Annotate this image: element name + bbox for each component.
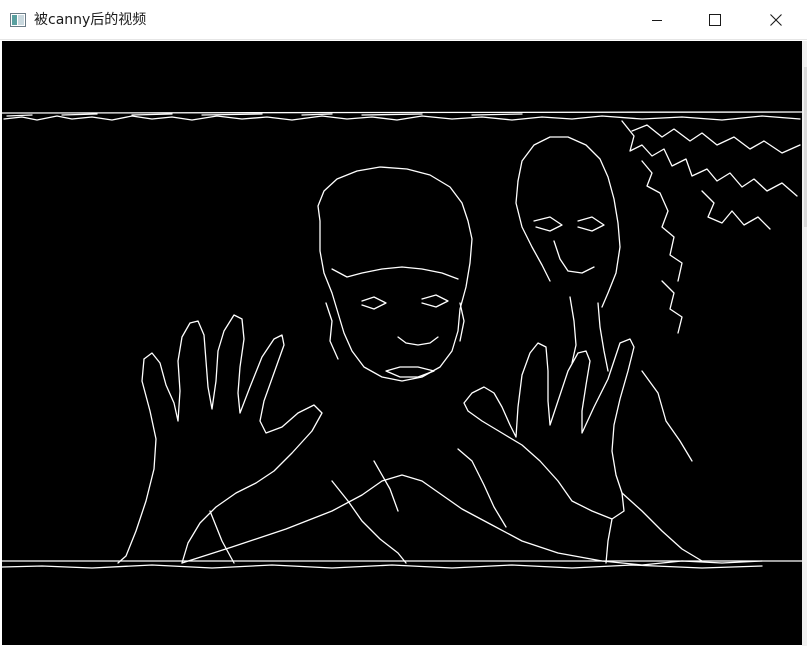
maximize-button[interactable] <box>686 0 744 40</box>
maximize-icon <box>709 14 721 26</box>
app-window-icon <box>10 12 26 27</box>
window-right-edge <box>802 41 807 646</box>
app-window: 被canny后的视频 <box>0 0 807 646</box>
window-title: 被canny后的视频 <box>34 12 147 28</box>
minimize-button[interactable] <box>628 0 686 40</box>
title-bar[interactable]: 被canny后的视频 <box>0 0 807 40</box>
edge-image <box>2 41 802 645</box>
close-icon <box>769 14 782 26</box>
close-button[interactable] <box>744 0 807 40</box>
canny-edge-video-frame <box>2 41 802 645</box>
minimize-icon <box>651 14 663 26</box>
